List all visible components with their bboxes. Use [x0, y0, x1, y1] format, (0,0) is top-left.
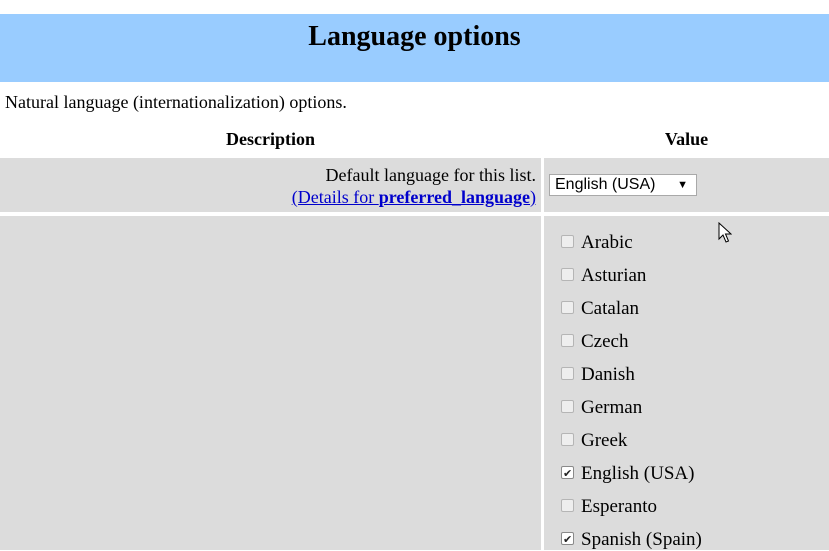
language-checkbox[interactable] — [561, 400, 574, 413]
default-language-selected: English (USA) — [555, 176, 656, 193]
default-language-description: Default language for this list. (Details… — [292, 164, 536, 208]
default-language-value-cell: English (USA) ▼ — [544, 158, 829, 212]
language-checkbox[interactable] — [561, 334, 574, 347]
details-link-prefix: (Details for — [291, 187, 379, 207]
column-header-value: Value — [664, 129, 709, 149]
language-label: German — [581, 397, 643, 418]
dropdown-arrow-icon: ▼ — [677, 179, 688, 191]
language-label: Greek — [581, 430, 628, 451]
language-checkbox[interactable] — [561, 463, 574, 485]
language-label: Czech — [581, 331, 629, 352]
language-label: Arabic — [581, 232, 633, 253]
language-checkbox[interactable] — [561, 301, 574, 314]
language-checkbox[interactable] — [561, 433, 574, 446]
language-checkbox[interactable] — [561, 268, 574, 281]
details-preferred-language-link[interactable]: (Details for preferred_language) — [292, 187, 536, 207]
languages-description-cell — [0, 216, 541, 550]
languages-value-cell: Arabic Asturian Catalan Czech Danish German Gr… — [544, 216, 829, 551]
language-label: Asturian — [581, 265, 647, 286]
language-checkbox[interactable] — [561, 529, 574, 551]
language-label: Danish — [581, 364, 635, 385]
mouse-cursor-icon — [718, 222, 732, 243]
intro-text: Natural language (internationalization) … — [5, 92, 347, 112]
column-header-description: Description — [226, 129, 315, 149]
language-label: Esperanto — [581, 496, 657, 517]
page-title: Language options — [308, 21, 521, 52]
language-checkbox[interactable] — [561, 499, 574, 512]
language-label: English (USA) — [581, 463, 695, 484]
default-language-select[interactable]: English (USA) ▼ — [549, 174, 697, 196]
language-label: Catalan — [581, 298, 640, 319]
language-checkbox[interactable] — [561, 367, 574, 380]
language-label: Spanish (Spain) — [581, 529, 702, 550]
details-link-bold: preferred_language — [378, 187, 530, 207]
default-language-description-cell: Default language for this list. (Details… — [0, 158, 541, 212]
default-language-description-text: Default language for this list. — [325, 165, 536, 185]
details-link-suffix: ) — [530, 187, 536, 207]
page-header: Language options — [0, 14, 829, 82]
language-checkbox[interactable] — [561, 235, 574, 248]
